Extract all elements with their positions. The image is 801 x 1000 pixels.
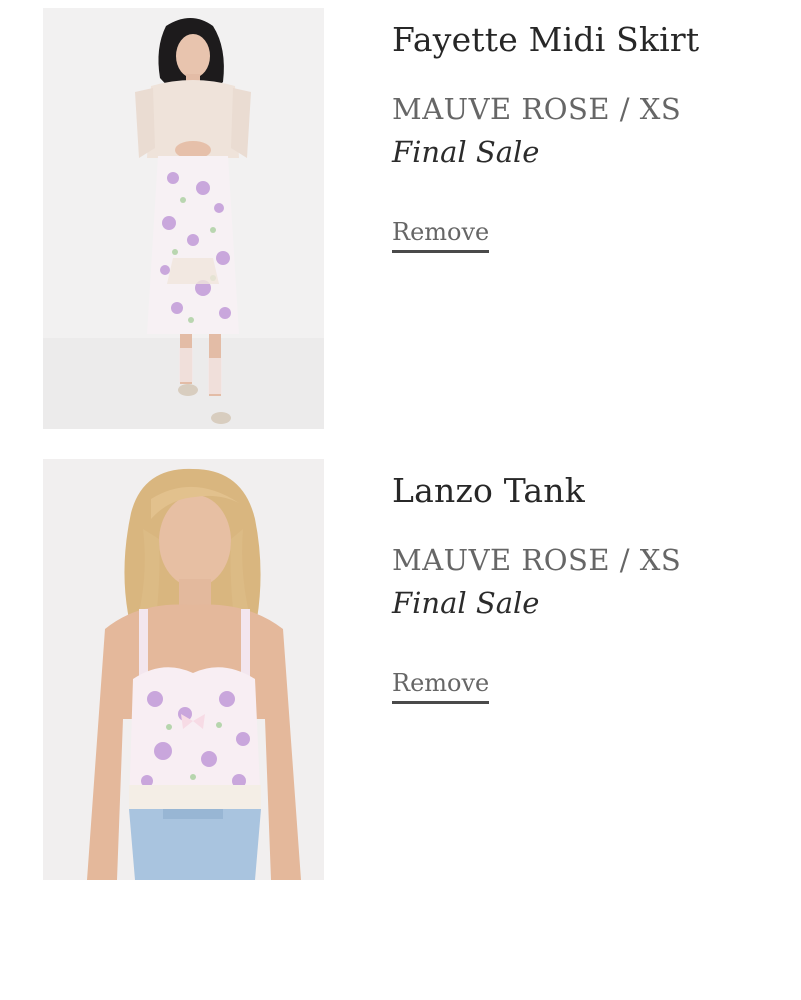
product-title[interactable]: Fayette Midi Skirt bbox=[392, 8, 787, 64]
variant-label: MAUVE ROSE / XS bbox=[392, 92, 682, 126]
remove-button[interactable]: Remove bbox=[392, 668, 490, 704]
product-image-lanzo-tank[interactable] bbox=[43, 459, 324, 880]
variant-label: MAUVE ROSE / XS bbox=[392, 543, 682, 577]
final-sale-note: Final Sale bbox=[392, 586, 540, 620]
cart-item: Fayette Midi Skirt MAUVE ROSE / XS Final… bbox=[0, 8, 801, 431]
product-title[interactable]: Lanzo Tank bbox=[392, 459, 787, 515]
remove-button[interactable]: Remove bbox=[392, 217, 490, 253]
cart-item: Lanzo Tank MAUVE ROSE / XS Final Sale Re… bbox=[0, 459, 801, 882]
item-details: Fayette Midi Skirt MAUVE ROSE / XS Final… bbox=[392, 8, 787, 253]
item-details: Lanzo Tank MAUVE ROSE / XS Final Sale Re… bbox=[392, 459, 787, 704]
product-image-fayette-midi-skirt[interactable] bbox=[43, 8, 324, 429]
product-photo bbox=[43, 8, 324, 429]
product-photo bbox=[43, 459, 324, 880]
final-sale-note: Final Sale bbox=[392, 135, 540, 169]
